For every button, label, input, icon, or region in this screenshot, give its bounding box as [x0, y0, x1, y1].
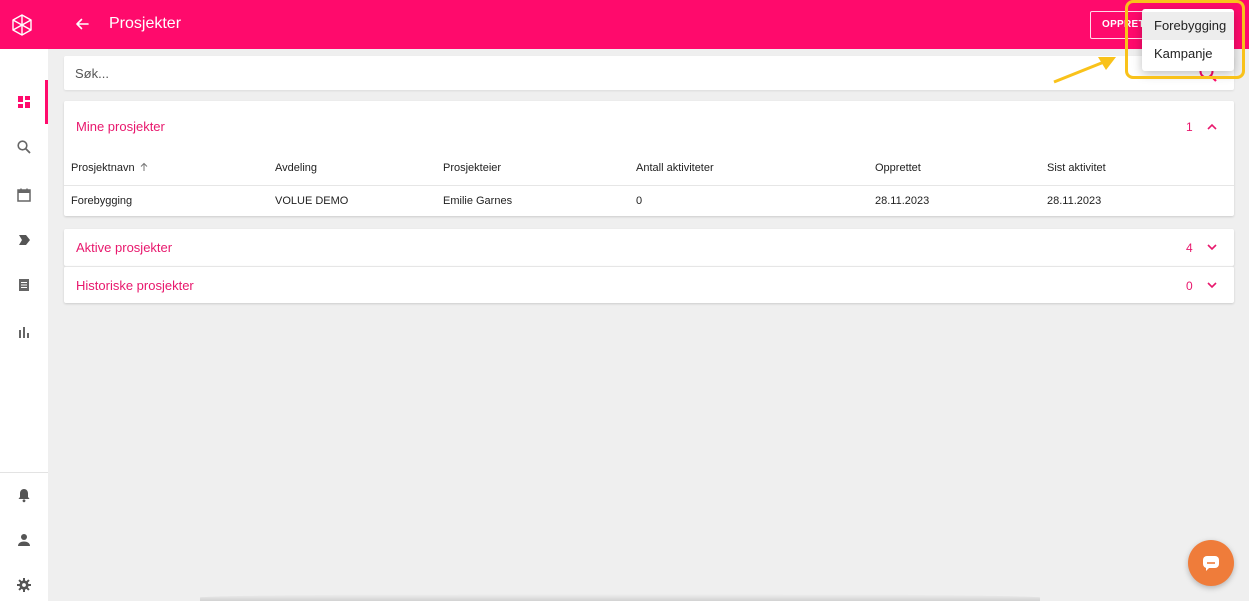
- calendar-icon: [17, 188, 31, 202]
- cell-antall-aktiviteter: 0: [636, 195, 643, 207]
- chevron-down-icon[interactable]: [1205, 240, 1219, 254]
- sidebar-item-profile[interactable]: [0, 518, 48, 562]
- search-icon: [17, 140, 31, 154]
- sidebar: [0, 49, 48, 601]
- bar-chart-icon: [19, 327, 29, 338]
- back-button[interactable]: [74, 13, 94, 35]
- panel-historiske-prosjekter: Historiske prosjekter 0: [64, 266, 1234, 303]
- panel-title: Mine prosjekter: [76, 119, 165, 134]
- sidebar-item-labels[interactable]: [0, 218, 48, 262]
- panel-title: Aktive prosjekter: [76, 240, 173, 255]
- cell-opprettet: 28.11.2023: [875, 195, 930, 207]
- cell-prosjektnavn: Forebygging: [71, 195, 133, 207]
- panel-count: 0: [1186, 279, 1193, 293]
- top-app-bar: Prosjekter OPPRETT: [0, 0, 1249, 49]
- bell-icon: [18, 489, 30, 503]
- chat-icon: [1203, 556, 1219, 571]
- menu-item-forebygging[interactable]: Forebygging: [1142, 12, 1234, 40]
- chevron-up-icon[interactable]: [1205, 120, 1219, 134]
- column-header-sist-aktivitet[interactable]: Sist aktivitet: [1047, 162, 1106, 175]
- person-icon: [18, 534, 30, 546]
- menu-item-kampanje[interactable]: Kampanje: [1142, 40, 1234, 68]
- create-dropdown-menu: Forebygging Kampanje: [1142, 9, 1234, 71]
- panel-header-historiske[interactable]: Historiske prosjekter 0: [64, 267, 1234, 304]
- sidebar-item-calendar[interactable]: [0, 173, 48, 217]
- sidebar-item-reports[interactable]: [0, 310, 48, 354]
- gear-icon: [17, 578, 31, 592]
- panel-aktive-prosjekter: Aktive prosjekter 4: [64, 229, 1234, 266]
- panel-title: Historiske prosjekter: [76, 278, 194, 293]
- sidebar-item-documents[interactable]: [0, 263, 48, 307]
- arrow-left-icon: [76, 18, 89, 30]
- page-title: Prosjekter: [109, 15, 182, 32]
- label-icon: [19, 235, 30, 245]
- sidebar-item-settings[interactable]: [0, 563, 48, 601]
- sidebar-item-search[interactable]: [0, 125, 48, 169]
- panel-header-aktive[interactable]: Aktive prosjekter 4: [64, 229, 1234, 266]
- cell-prosjekteier: Emilie Garnes: [443, 195, 513, 207]
- panel-count: 1: [1186, 120, 1193, 134]
- table-header: Prosjektnavn Avdeling Prosjekteier Antal…: [64, 149, 1234, 186]
- sidebar-item-dashboard[interactable]: [0, 80, 48, 124]
- active-indicator: [45, 80, 48, 124]
- panel-header-mine[interactable]: Mine prosjekter 1: [64, 101, 1234, 149]
- cell-avdeling: VOLUE DEMO: [275, 195, 349, 207]
- panel-mine-prosjekter: Mine prosjekter 1 Prosjektnavn Avdeling …: [64, 101, 1234, 216]
- document-icon: [19, 279, 29, 291]
- bottom-shadow: [200, 594, 1040, 601]
- dashboard-icon: [18, 96, 30, 108]
- panel-count: 4: [1186, 241, 1193, 255]
- column-header-prosjekteier[interactable]: Prosjekteier: [443, 162, 501, 175]
- app-logo-icon[interactable]: [11, 14, 33, 36]
- cell-sist-aktivitet: 28.11.2023: [1047, 195, 1102, 207]
- column-header-antall-aktiviteter[interactable]: Antall aktiviteter: [636, 162, 714, 175]
- search-input[interactable]: [75, 56, 1175, 90]
- column-header-opprettet[interactable]: Opprettet: [875, 162, 921, 175]
- sidebar-item-notifications[interactable]: [0, 473, 48, 517]
- column-header-avdeling[interactable]: Avdeling: [275, 162, 317, 175]
- chevron-down-icon[interactable]: [1205, 278, 1219, 292]
- chat-button[interactable]: [1188, 540, 1234, 586]
- table-row[interactable]: Forebygging VOLUE DEMO Emilie Garnes 0 2…: [64, 186, 1234, 216]
- arrow-up-icon: [140, 162, 147, 171]
- annotation-arrow-icon: [1053, 57, 1116, 84]
- column-header-prosjektnavn[interactable]: Prosjektnavn: [71, 162, 149, 175]
